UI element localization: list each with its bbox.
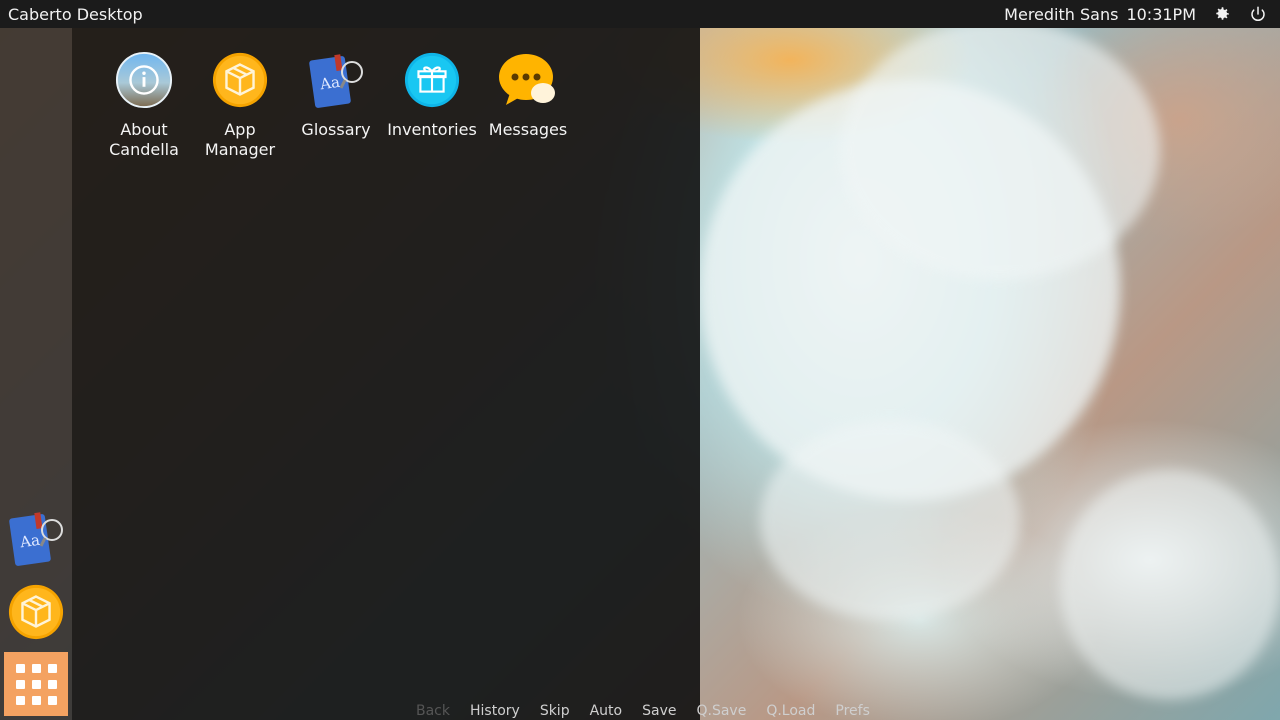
dictionary-icon: Aa	[309, 54, 363, 108]
username[interactable]: Meredith Sans	[1004, 5, 1118, 24]
package-icon	[8, 584, 64, 640]
app-label: Inventories	[387, 120, 477, 139]
app-inventories[interactable]: Inventories	[384, 50, 480, 140]
app-launcher-button[interactable]	[4, 652, 68, 716]
app-launcher-panel: About Candella App Manager Aa Glossary I…	[72, 28, 700, 720]
quick-menu-auto[interactable]: Auto	[590, 703, 623, 719]
quick-menu-prefs[interactable]: Prefs	[835, 703, 869, 719]
dock: Aa	[0, 28, 72, 720]
app-label: Glossary	[301, 120, 371, 139]
quick-menu-qload[interactable]: Q.Load	[766, 703, 815, 719]
quick-menu-skip[interactable]: Skip	[540, 703, 570, 719]
desktop-title: Caberto Desktop	[8, 4, 143, 24]
app-about-candella[interactable]: About Candella	[96, 50, 192, 160]
quick-menu-save[interactable]: Save	[642, 703, 676, 719]
app-label: Messages	[488, 120, 568, 139]
dock-app-manager-button[interactable]	[6, 582, 66, 642]
wave-foam	[760, 420, 1020, 620]
wave-foam	[840, 20, 1160, 280]
gear-icon[interactable]	[1212, 4, 1232, 24]
chat-bubbles-icon	[499, 54, 555, 105]
top-bar: Caberto Desktop Meredith Sans 10:31PM	[0, 0, 1280, 28]
wave-foam	[1060, 470, 1280, 700]
info-icon	[115, 51, 173, 109]
clock: 10:31PM	[1126, 4, 1196, 24]
app-glossary[interactable]: Aa Glossary	[288, 50, 384, 140]
dock-glossary-button[interactable]: Aa	[6, 508, 66, 568]
power-icon[interactable]	[1248, 4, 1268, 24]
dictionary-icon: Aa	[9, 512, 63, 566]
app-messages[interactable]: Messages	[480, 50, 576, 140]
gift-icon	[404, 52, 460, 108]
quick-menu-history[interactable]: History	[470, 703, 520, 719]
app-label: App Manager	[204, 120, 276, 159]
quick-menu-qsave[interactable]: Q.Save	[696, 703, 746, 719]
app-label: About Candella	[109, 120, 179, 159]
package-icon	[212, 52, 268, 108]
app-app-manager[interactable]: App Manager	[192, 50, 288, 160]
svg-text:Aa: Aa	[18, 531, 41, 552]
quick-menu-back[interactable]: Back	[416, 703, 450, 719]
quick-menu: Back History Skip Auto Save Q.Save Q.Loa…	[416, 703, 870, 719]
svg-text:Aa: Aa	[318, 73, 341, 94]
